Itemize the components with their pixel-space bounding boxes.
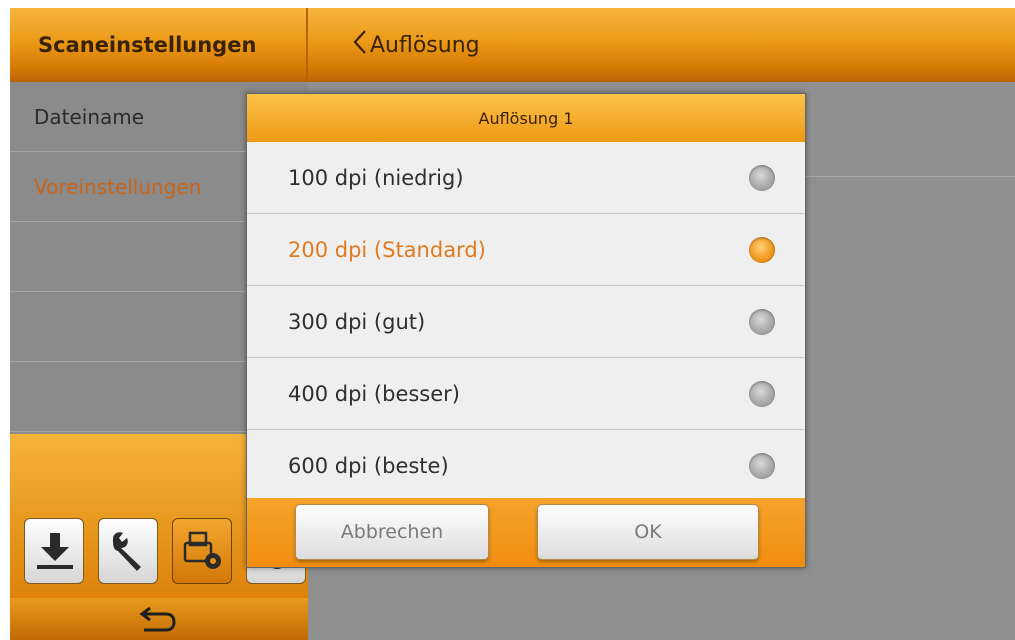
radio-button[interactable] [749, 453, 775, 479]
resolution-dialog: Auflösung 1 100 dpi (niedrig) 200 dpi (S… [246, 93, 806, 568]
top-bar: Scaneinstellungen Auflösung [10, 8, 1015, 82]
option-label: 400 dpi (besser) [288, 381, 460, 406]
page-title: Scaneinstellungen [38, 33, 257, 57]
download-icon [37, 533, 73, 569]
header-left: Scaneinstellungen [10, 8, 308, 82]
scanner-settings-icon [183, 531, 221, 569]
tools-button[interactable] [98, 518, 158, 584]
scan-settings-button[interactable] [172, 518, 232, 584]
option-label: 100 dpi (niedrig) [288, 165, 464, 190]
option-label: 300 dpi (gut) [288, 309, 426, 334]
app-screen: Scaneinstellungen Auflösung Dateiname Vo… [10, 8, 1015, 640]
option-300dpi[interactable]: 300 dpi (gut) [247, 286, 805, 358]
radio-button[interactable] [749, 165, 775, 191]
download-button[interactable] [24, 518, 84, 584]
ok-button[interactable]: OK [537, 504, 759, 560]
option-label: 600 dpi (beste) [288, 454, 449, 478]
option-100dpi[interactable]: 100 dpi (niedrig) [247, 142, 805, 214]
option-label: 200 dpi (Standard) [288, 237, 486, 262]
sidebar-item-label: Voreinstellungen [34, 174, 202, 199]
dialog-footer: Abbrechen OK [247, 498, 805, 567]
cancel-button[interactable]: Abbrechen [295, 504, 489, 560]
option-600dpi[interactable]: 600 dpi (beste) [247, 430, 805, 502]
wrench-icon [113, 532, 141, 571]
radio-button-selected[interactable] [749, 237, 775, 263]
dialog-title: Auflösung 1 [247, 94, 805, 142]
sidebar-item-label: Dateiname [34, 104, 145, 129]
radio-button[interactable] [749, 381, 775, 407]
back-label[interactable]: Auflösung [370, 33, 480, 58]
option-200dpi[interactable]: 200 dpi (Standard) [247, 214, 805, 286]
option-400dpi[interactable]: 400 dpi (besser) [247, 358, 805, 430]
chevron-left-icon[interactable] [352, 29, 368, 62]
return-arrow-icon[interactable] [138, 604, 178, 634]
radio-button[interactable] [749, 309, 775, 335]
return-bar[interactable] [10, 598, 308, 640]
back-navigation[interactable]: Auflösung [352, 8, 480, 82]
